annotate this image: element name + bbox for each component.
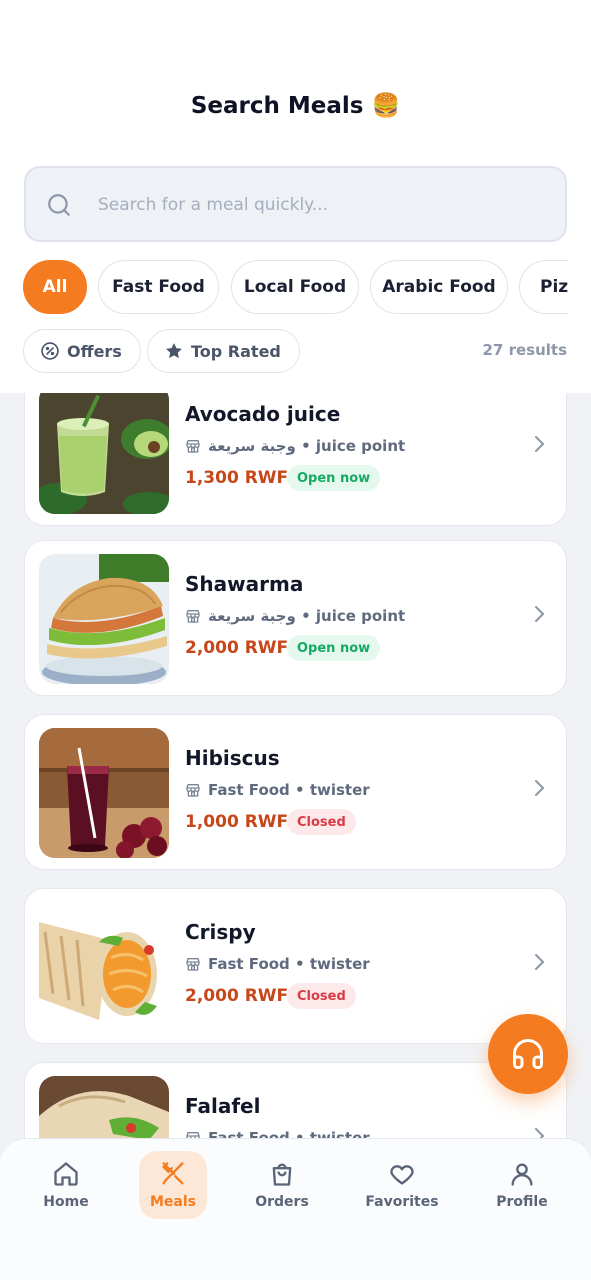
chip-pizza[interactable]: Pizza <box>519 260 568 314</box>
discount-icon <box>41 342 59 360</box>
status-badge: Open now <box>287 635 381 661</box>
nav-orders[interactable]: Orders <box>237 1151 327 1219</box>
meal-meta: Fast Food • twister <box>185 781 370 799</box>
meal-card[interactable]: Falafel Fast Food • twister <box>24 1062 567 1143</box>
meal-price: 2,000 RWF <box>185 986 289 1006</box>
bottom-nav: Home Meals Orders Favorites Profile <box>0 1138 591 1280</box>
top-rated-label: Top Rated <box>191 341 281 361</box>
home-icon <box>54 1162 78 1186</box>
utensils-icon <box>162 1162 184 1185</box>
chevron-right-icon <box>535 780 545 796</box>
store-icon <box>186 610 200 623</box>
meal-price: 1,300 RWF <box>185 468 289 488</box>
meal-card[interactable]: Crispy Fast Food • twister 2,000 RWF Clo… <box>24 888 567 1044</box>
star-icon <box>166 343 182 359</box>
chevron-right-icon <box>535 954 545 970</box>
status-badge: Closed <box>287 809 356 835</box>
search-input[interactable] <box>98 188 538 222</box>
chevron-right-icon <box>535 436 545 452</box>
meal-image <box>39 728 169 858</box>
meal-price: 2,000 RWF <box>185 638 289 658</box>
meal-meta-text: وجبة سريعة • juice point <box>208 437 406 455</box>
top-rated-filter[interactable]: Top Rated <box>147 329 300 373</box>
meal-price: 1,000 RWF <box>185 812 289 832</box>
search-bar[interactable] <box>24 166 567 242</box>
meal-meta: Fast Food • twister <box>185 955 370 973</box>
offers-filter[interactable]: Offers <box>23 329 141 373</box>
nav-home[interactable]: Home <box>21 1151 111 1219</box>
meal-meta-text: Fast Food • twister <box>208 955 370 973</box>
nav-profile[interactable]: Profile <box>477 1151 567 1219</box>
store-icon <box>186 958 200 971</box>
meal-name: Crispy <box>185 920 256 944</box>
search-icon <box>48 194 70 216</box>
meal-image <box>39 554 169 684</box>
nav-meals-label: Meals <box>149 1194 196 1210</box>
meal-card[interactable]: Shawarma وجبة سريعة • juice point 2,000 … <box>24 540 567 696</box>
chip-local-food[interactable]: Local Food <box>231 260 359 314</box>
meal-name: Shawarma <box>185 572 304 596</box>
page-title: Search Meals 🍔 <box>190 93 401 119</box>
status-badge: Open now <box>287 465 381 491</box>
chip-all[interactable]: All <box>23 260 87 314</box>
header: Search Meals 🍔 All Fast Food Local Food … <box>0 0 591 393</box>
category-chips: All Fast Food Local Food Arabic Food Piz… <box>23 260 568 316</box>
nav-home-label: Home <box>43 1194 89 1210</box>
meal-meta-text: وجبة سريعة • juice point <box>208 607 406 625</box>
store-icon <box>186 440 200 453</box>
status-badge: Closed <box>287 983 356 1009</box>
meal-card[interactable]: Hibiscus Fast Food • twister 1,000 RWF C… <box>24 714 567 870</box>
shopping-bag-icon <box>272 1163 292 1186</box>
meal-meta-text: Fast Food • twister <box>208 781 370 799</box>
offers-label: Offers <box>67 341 122 361</box>
nav-profile-label: Profile <box>496 1194 548 1210</box>
headphones-icon <box>513 1039 543 1069</box>
meal-meta: وجبة سريعة • juice point <box>185 437 405 455</box>
chip-fast-food[interactable]: Fast Food <box>98 260 219 314</box>
user-icon <box>511 1163 533 1186</box>
meal-name: Avocado juice <box>185 402 341 426</box>
chevron-right-icon <box>535 606 545 622</box>
heart-icon <box>390 1165 414 1185</box>
results-count: 27 results <box>482 341 567 359</box>
store-icon <box>186 784 200 797</box>
meal-meta: وجبة سريعة • juice point <box>185 607 405 625</box>
meal-image <box>39 1076 169 1143</box>
meal-image <box>39 393 169 514</box>
meal-card[interactable]: Avocado juice وجبة سريعة • juice point 1… <box>24 393 567 526</box>
nav-favorites[interactable]: Favorites <box>357 1151 447 1219</box>
meal-name: Hibiscus <box>185 746 280 770</box>
support-button[interactable] <box>488 1014 568 1094</box>
chip-arabic-food[interactable]: Arabic Food <box>370 260 508 314</box>
nav-meals[interactable]: Meals <box>139 1151 207 1219</box>
meal-image <box>39 902 169 1032</box>
meal-name: Falafel <box>185 1094 261 1118</box>
nav-favorites-label: Favorites <box>365 1194 439 1210</box>
nav-orders-label: Orders <box>255 1194 309 1210</box>
